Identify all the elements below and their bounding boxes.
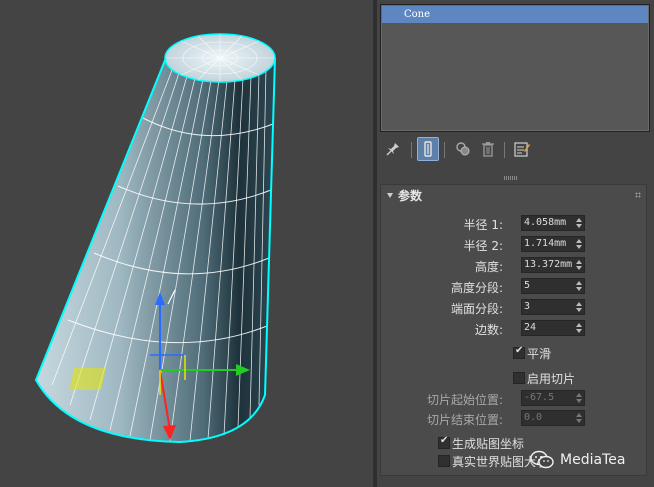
checkmark-icon: ✔	[515, 345, 524, 356]
sides-row: 边数: 24	[381, 320, 646, 338]
panel-resize-grip[interactable]	[504, 176, 518, 180]
slice-from-row: 切片起始位置: -67.5	[381, 390, 646, 408]
radius1-spinner[interactable]: 4.058mm	[521, 215, 585, 231]
spinner-arrows-icon[interactable]	[576, 323, 582, 333]
spinner-arrows-icon	[576, 413, 582, 423]
parameters-rollout: 参数 半径 1: 4.058mm 半径 2: 1.714mm 高度: 13.37…	[380, 184, 647, 476]
drag-handle-icon[interactable]	[635, 192, 641, 198]
radius2-label: 半径 2:	[463, 239, 504, 253]
stack-item-cone[interactable]: Cone	[382, 6, 648, 23]
spinner-arrows-icon[interactable]	[576, 260, 582, 270]
slice-from-spinner: -67.5	[521, 390, 585, 406]
slice-from-value: -67.5	[524, 392, 555, 403]
radius1-label: 半径 1:	[463, 218, 504, 232]
cap-segments-row: 端面分段: 3	[381, 299, 646, 317]
watermark-text: MediaTea	[560, 452, 626, 468]
slice-from-label: 切片起始位置:	[426, 393, 503, 407]
height-segments-row: 高度分段: 5	[381, 278, 646, 296]
stack-item-label: Cone	[404, 9, 431, 20]
watermark: MediaTea	[530, 448, 625, 472]
remove-modifier-icon[interactable]	[477, 137, 499, 161]
radius2-value[interactable]: 1.714mm	[524, 238, 566, 249]
cap-segments-value[interactable]: 3	[524, 301, 530, 312]
slice-to-row: 切片结束位置: 0.0	[381, 410, 646, 428]
toolbar-separator	[504, 142, 505, 158]
parameters-rollout-header[interactable]: 参数	[381, 185, 646, 207]
toolbar-separator	[444, 142, 445, 158]
cone-mesh[interactable]	[0, 0, 373, 487]
make-unique-icon[interactable]	[452, 137, 474, 161]
modifier-stack-toolbar	[380, 137, 648, 163]
generate-mapping-checkbox-box[interactable]: ✔	[438, 435, 450, 449]
sides-label: 边数:	[474, 323, 503, 337]
show-end-result-icon[interactable]	[417, 137, 439, 161]
radius2-spinner[interactable]: 1.714mm	[521, 236, 585, 252]
command-panel: Cone 参数 半径 1: 4.058mm 半径 2: 1.714mm 高度: …	[377, 0, 654, 487]
slice-on-label: 启用切片	[527, 372, 576, 386]
sides-spinner[interactable]: 24	[521, 320, 585, 336]
cap-segments-label: 端面分段:	[450, 302, 503, 316]
cap-segments-spinner[interactable]: 3	[521, 299, 585, 315]
slice-to-spinner: 0.0	[521, 410, 585, 426]
spinner-arrows-icon[interactable]	[576, 218, 582, 228]
height-value[interactable]: 13.372mm	[524, 259, 572, 270]
spinner-arrows-icon[interactable]	[576, 281, 582, 291]
modifier-stack-list[interactable]: Cone	[380, 4, 650, 132]
generate-mapping-label: 生成贴图坐标	[452, 437, 525, 451]
sides-value[interactable]: 24	[524, 322, 536, 333]
height-row: 高度: 13.372mm	[381, 257, 646, 275]
configure-modifier-sets-icon[interactable]	[511, 137, 533, 161]
spinner-arrows-icon[interactable]	[576, 239, 582, 249]
viewport-perspective[interactable]	[0, 0, 373, 487]
real-world-checkbox-box[interactable]	[438, 455, 450, 467]
slice-to-label: 切片结束位置:	[426, 413, 503, 427]
height-segments-label: 高度分段:	[450, 281, 503, 295]
height-segments-spinner[interactable]: 5	[521, 278, 585, 294]
wechat-icon	[530, 450, 554, 469]
spinner-arrows-icon	[576, 393, 582, 403]
collapse-triangle-icon	[387, 193, 393, 198]
height-spinner[interactable]: 13.372mm	[521, 257, 585, 273]
toolbar-separator	[411, 142, 412, 158]
pin-stack-icon[interactable]	[382, 137, 404, 161]
slice-to-value: 0.0	[524, 412, 543, 423]
spinner-arrows-icon[interactable]	[576, 302, 582, 312]
radius1-value[interactable]: 4.058mm	[524, 217, 566, 228]
height-segments-value[interactable]: 5	[524, 280, 530, 291]
smooth-label: 平滑	[527, 347, 552, 361]
checkmark-icon: ✔	[440, 435, 449, 446]
slice-on-checkbox-box[interactable]	[513, 372, 525, 384]
radius1-row: 半径 1: 4.058mm	[381, 215, 646, 233]
radius2-row: 半径 2: 1.714mm	[381, 236, 646, 254]
height-label: 高度:	[474, 260, 503, 274]
rollout-title: 参数	[398, 189, 423, 203]
smooth-checkbox-box[interactable]: ✔	[513, 345, 525, 359]
